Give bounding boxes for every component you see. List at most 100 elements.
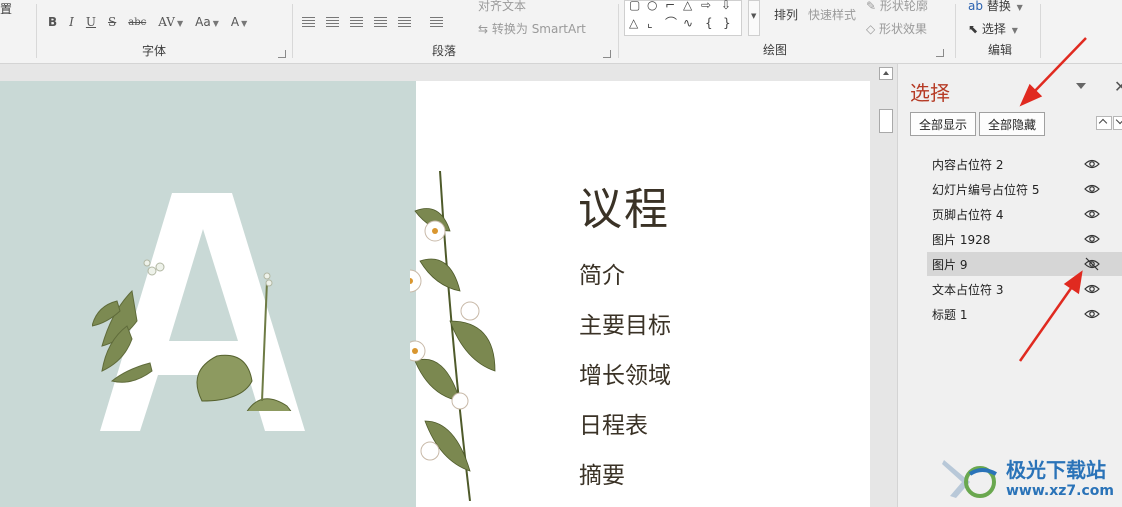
ribbon: 置 B I U S abc AV ▼ Aa ▼ A ▼ 字体 对齐文本 ⇆ 转换为 S… <box>0 0 1122 64</box>
triangle-shape-icon[interactable]: △ <box>683 0 692 11</box>
eye-visible-icon[interactable] <box>1084 182 1100 196</box>
align-left-icon[interactable] <box>302 16 315 28</box>
shape-effects-button[interactable]: ◇ 形状效果 <box>866 20 927 37</box>
agenda-item[interactable]: 日程表 <box>579 406 648 440</box>
ribbon-separator <box>1040 4 1041 58</box>
paragraph-dialog-launcher-icon[interactable] <box>603 50 611 58</box>
select-label: 选择 <box>981 22 1006 36</box>
line-shape-icon[interactable]: ⌐ <box>665 0 675 11</box>
fern-illustration-image[interactable] <box>410 171 500 501</box>
show-all-button[interactable]: 全部显示 <box>910 112 976 136</box>
triangle-shape-icon[interactable]: △ <box>629 17 638 29</box>
replace-icon: ab <box>968 0 983 13</box>
convert-smartart-button[interactable]: ⇆ 转换为 SmartArt <box>478 20 586 37</box>
font-group: B I U S abc AV ▼ Aa ▼ A ▼ 字体 <box>36 0 292 63</box>
line-spacing-icon[interactable] <box>430 16 443 28</box>
truncated-ribbon-label: 置 <box>0 2 13 16</box>
agenda-item[interactable]: 主要目标 <box>579 306 671 340</box>
shapes-gallery[interactable]: ▢ ○ ⌐ △ ⇨ ⇩ △ ⌞ ⌒ ∿ { } <box>624 0 742 36</box>
selection-list-item[interactable]: 页脚占位符 4 <box>927 202 1122 226</box>
bring-forward-icon[interactable] <box>1096 116 1112 130</box>
ribbon-separator <box>618 4 619 58</box>
selection-list-item[interactable]: 内容占位符 2 <box>927 152 1122 176</box>
shape-outline-button[interactable]: ✎ 形状轮廓 <box>866 0 928 14</box>
paragraph-group: 对齐文本 ⇆ 转换为 SmartArt 段落 <box>292 0 618 63</box>
wave-shape-icon[interactable]: ∿ <box>683 17 693 29</box>
font-color-button[interactable]: A ▼ <box>231 15 247 29</box>
align-text-button[interactable]: 对齐文本 <box>478 0 526 14</box>
selection-item-label: 内容占位符 2 <box>932 157 1004 172</box>
selection-list-item[interactable]: 幻灯片编号占位符 5 <box>927 177 1122 201</box>
corner-shape-icon[interactable]: ⌞ <box>647 17 653 29</box>
oval-shape-icon[interactable]: ○ <box>647 0 657 11</box>
pane-options-dropdown-icon[interactable] <box>1076 83 1086 89</box>
drawing-group-label: 绘图 <box>763 43 788 57</box>
watermark: 极光下载站 www.xz7.com <box>940 452 1122 507</box>
convert-smartart-label: 转换为 SmartArt <box>491 22 586 36</box>
replace-label: 替换 <box>986 0 1011 13</box>
char-spacing-button[interactable]: AV ▼ <box>158 15 183 29</box>
cursor-icon: ⬉ <box>968 22 979 36</box>
scroll-up-button[interactable] <box>879 67 893 80</box>
pane-close-icon[interactable]: ✕ <box>1114 77 1122 96</box>
selection-list-item[interactable]: 图片 1928 <box>927 227 1122 251</box>
eye-visible-icon[interactable] <box>1084 232 1100 246</box>
arrange-button[interactable]: 排列 <box>774 6 798 23</box>
italic-button[interactable]: I <box>69 15 74 29</box>
agenda-item[interactable]: 增长领域 <box>579 356 671 390</box>
align-right-icon[interactable] <box>350 16 363 28</box>
leaf-illustration-image[interactable] <box>92 251 322 411</box>
selection-item-label: 图片 9 <box>932 257 968 272</box>
selection-list-item[interactable]: 标题 1 <box>927 302 1122 326</box>
font-dialog-launcher-icon[interactable] <box>278 50 286 58</box>
arrow-down-shape-icon[interactable]: ⇩ <box>721 0 731 11</box>
watermark-name: 极光下载站 <box>1006 458 1106 482</box>
watermark-logo-icon <box>942 460 997 498</box>
rectangle-shape-icon[interactable]: ▢ <box>629 0 640 11</box>
drawing-dialog-launcher-icon[interactable] <box>936 49 944 57</box>
shapes-more-button[interactable]: ▼ <box>748 0 760 36</box>
selection-pane: 选择 ✕ 全部显示 全部隐藏 内容占位符 2 幻灯片编号占位符 5 页脚占位符 4 图… <box>897 64 1122 507</box>
arrow-right-shape-icon[interactable]: ⇨ <box>701 0 711 11</box>
pane-title: 选择 <box>910 81 950 105</box>
underline-button[interactable]: U <box>86 15 96 29</box>
curve-shape-icon[interactable]: ⌒ <box>665 17 677 29</box>
eye-hidden-icon[interactable] <box>1084 257 1100 271</box>
brace-right-shape-icon[interactable]: } <box>723 17 731 29</box>
shape-effects-label: 形状效果 <box>879 22 928 36</box>
bold-button[interactable]: B <box>48 15 57 29</box>
eye-visible-icon[interactable] <box>1084 207 1100 221</box>
distributed-icon[interactable] <box>398 16 411 28</box>
char-spacing-label: AV <box>158 15 175 29</box>
agenda-item[interactable]: 简介 <box>579 256 625 290</box>
editing-group-label: 编辑 <box>988 43 1013 57</box>
slide-title[interactable]: 议程 <box>578 173 670 237</box>
strikethrough-button[interactable]: abc <box>128 17 146 28</box>
brace-left-shape-icon[interactable]: { <box>705 17 713 29</box>
selection-item-label: 文本占位符 3 <box>932 282 1004 297</box>
change-case-button[interactable]: Aa ▼ <box>195 15 219 29</box>
selection-item-label: 页脚占位符 4 <box>932 207 1004 222</box>
selection-item-label: 幻灯片编号占位符 5 <box>932 182 1040 197</box>
select-button[interactable]: ⬉ 选择 ▼ <box>968 20 1018 37</box>
slide-canvas[interactable]: 议程 简介 主要目标 增长领域 日程表 摘要 <box>0 81 870 507</box>
shadow-button[interactable]: S <box>108 15 116 29</box>
slide-vertical-scrollbar[interactable] <box>878 64 894 507</box>
replace-button[interactable]: ab 替换 ▼ <box>968 0 1023 14</box>
paragraph-group-label: 段落 <box>432 44 457 58</box>
eye-visible-icon[interactable] <box>1084 282 1100 296</box>
selection-list-item[interactable]: 文本占位符 3 <box>927 277 1122 301</box>
ribbon-separator <box>955 4 956 58</box>
scroll-thumb[interactable] <box>879 109 893 133</box>
align-center-icon[interactable] <box>326 16 339 28</box>
justify-icon[interactable] <box>374 16 387 28</box>
agenda-item[interactable]: 摘要 <box>579 456 625 490</box>
font-group-label: 字体 <box>142 44 167 58</box>
eye-visible-icon[interactable] <box>1084 157 1100 171</box>
quick-styles-button[interactable]: 快速样式 <box>808 6 856 23</box>
eye-visible-icon[interactable] <box>1084 307 1100 321</box>
selection-list-item[interactable]: 图片 9 <box>927 252 1122 276</box>
send-backward-icon[interactable] <box>1113 116 1122 130</box>
hide-all-button[interactable]: 全部隐藏 <box>979 112 1045 136</box>
change-case-label: Aa <box>195 15 211 29</box>
